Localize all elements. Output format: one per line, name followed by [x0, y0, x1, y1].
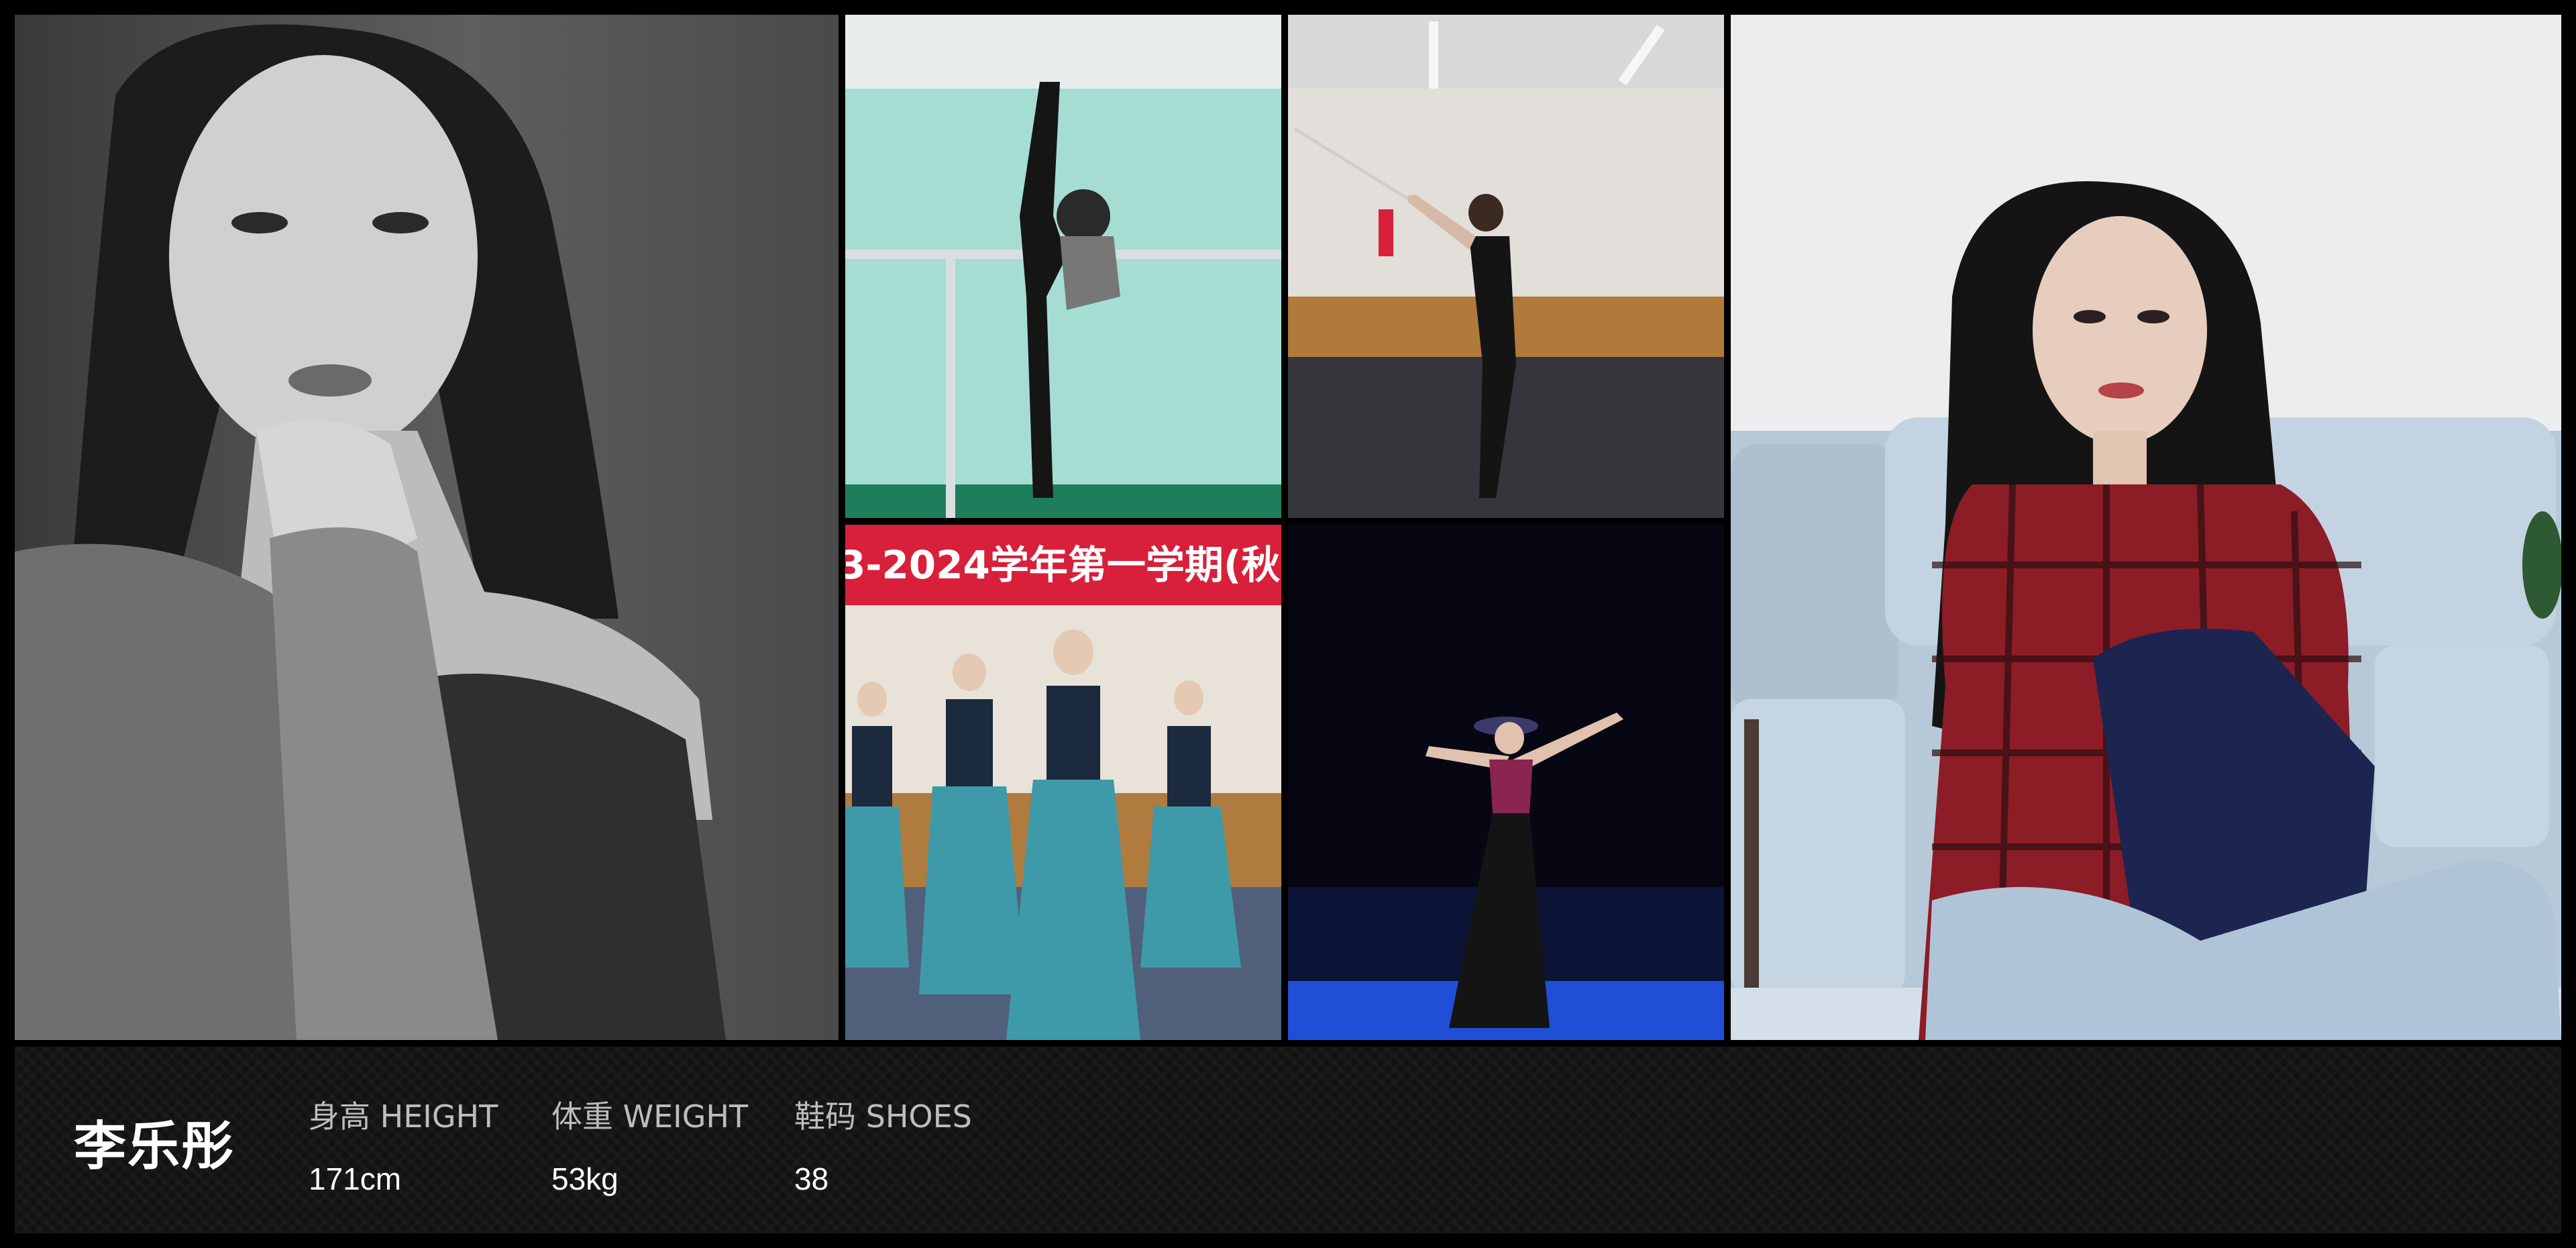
- stat-weight: 体重 WEIGHT 53kg: [551, 1092, 748, 1197]
- model-name: 李乐彤: [74, 1116, 235, 1177]
- portrait-sofa-photo: [1731, 15, 2561, 1040]
- stat-height-value: 171cm: [309, 1161, 402, 1196]
- model-card: 3-2024学年第一学期(秋)期末考试汇报: [0, 0, 2576, 1248]
- stat-shoes: 鞋码 SHOES 38: [794, 1092, 972, 1197]
- profile-info-bar: 李乐彤 身高 HEIGHT 171cm 体重 WEIGHT 53kg 鞋码 SH…: [15, 1047, 2561, 1233]
- stat-weight-value: 53kg: [551, 1161, 619, 1196]
- group-banner-text: 3-2024学年第一学期(秋)期末考试汇报: [845, 542, 1281, 588]
- group-performance-photo: 3-2024学年第一学期(秋)期末考试汇报: [845, 525, 1281, 1040]
- stat-shoes-value: 38: [794, 1161, 829, 1196]
- portrait-bw-photo: [15, 15, 839, 1040]
- dance-barre-photo: [845, 15, 1281, 518]
- stat-weight-label: 体重 WEIGHT: [551, 1098, 749, 1135]
- stat-height-label: 身高 HEIGHT: [309, 1098, 498, 1135]
- stat-height: 身高 HEIGHT 171cm: [309, 1092, 498, 1197]
- dance-sword-photo: [1288, 15, 1724, 518]
- stat-shoes-label: 鞋码 SHOES: [794, 1098, 972, 1135]
- stage-performance-photo: [1288, 525, 1724, 1040]
